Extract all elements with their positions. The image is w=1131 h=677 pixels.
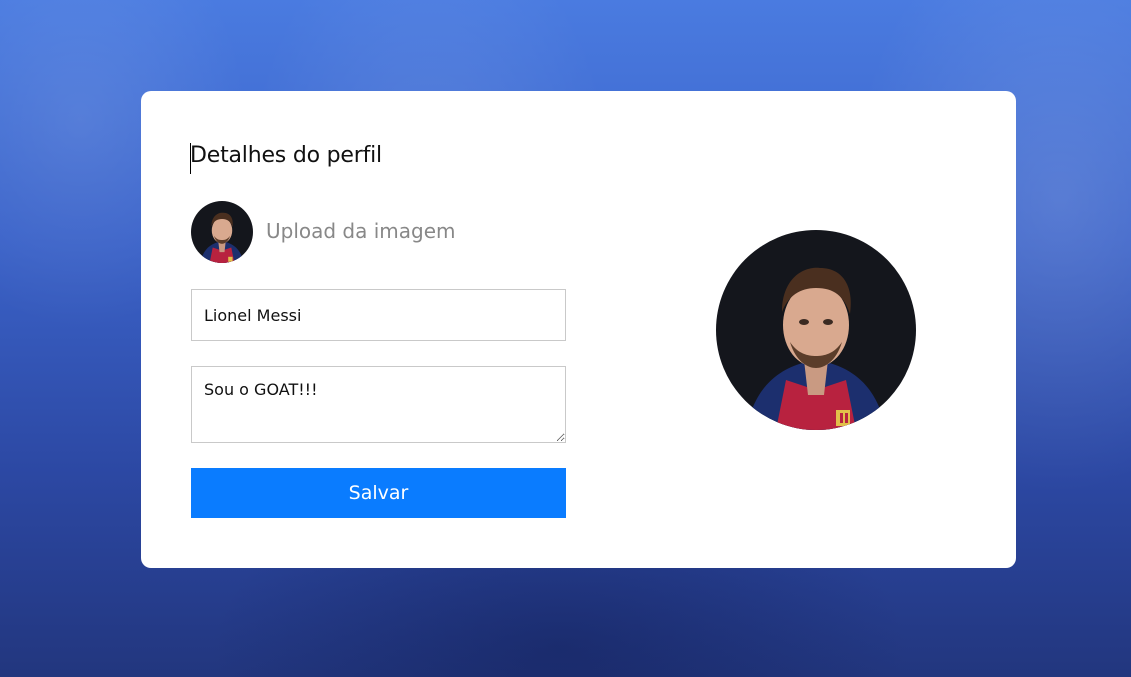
save-button[interactable]: Salvar	[191, 468, 566, 518]
profile-card: Detalhes do perfil Upload da imagem Sou …	[141, 91, 1016, 568]
upload-image-link[interactable]: Upload da imagem	[266, 219, 456, 243]
page-title: Detalhes do perfil	[190, 143, 382, 168]
avatar-photo-small	[191, 201, 253, 263]
name-field[interactable]	[191, 289, 566, 341]
avatar-photo-large	[716, 230, 916, 430]
text-caret	[190, 143, 191, 174]
avatar-preview	[716, 230, 916, 430]
avatar-thumbnail[interactable]	[191, 201, 253, 263]
bio-field[interactable]: Sou o GOAT!!!	[191, 366, 566, 443]
